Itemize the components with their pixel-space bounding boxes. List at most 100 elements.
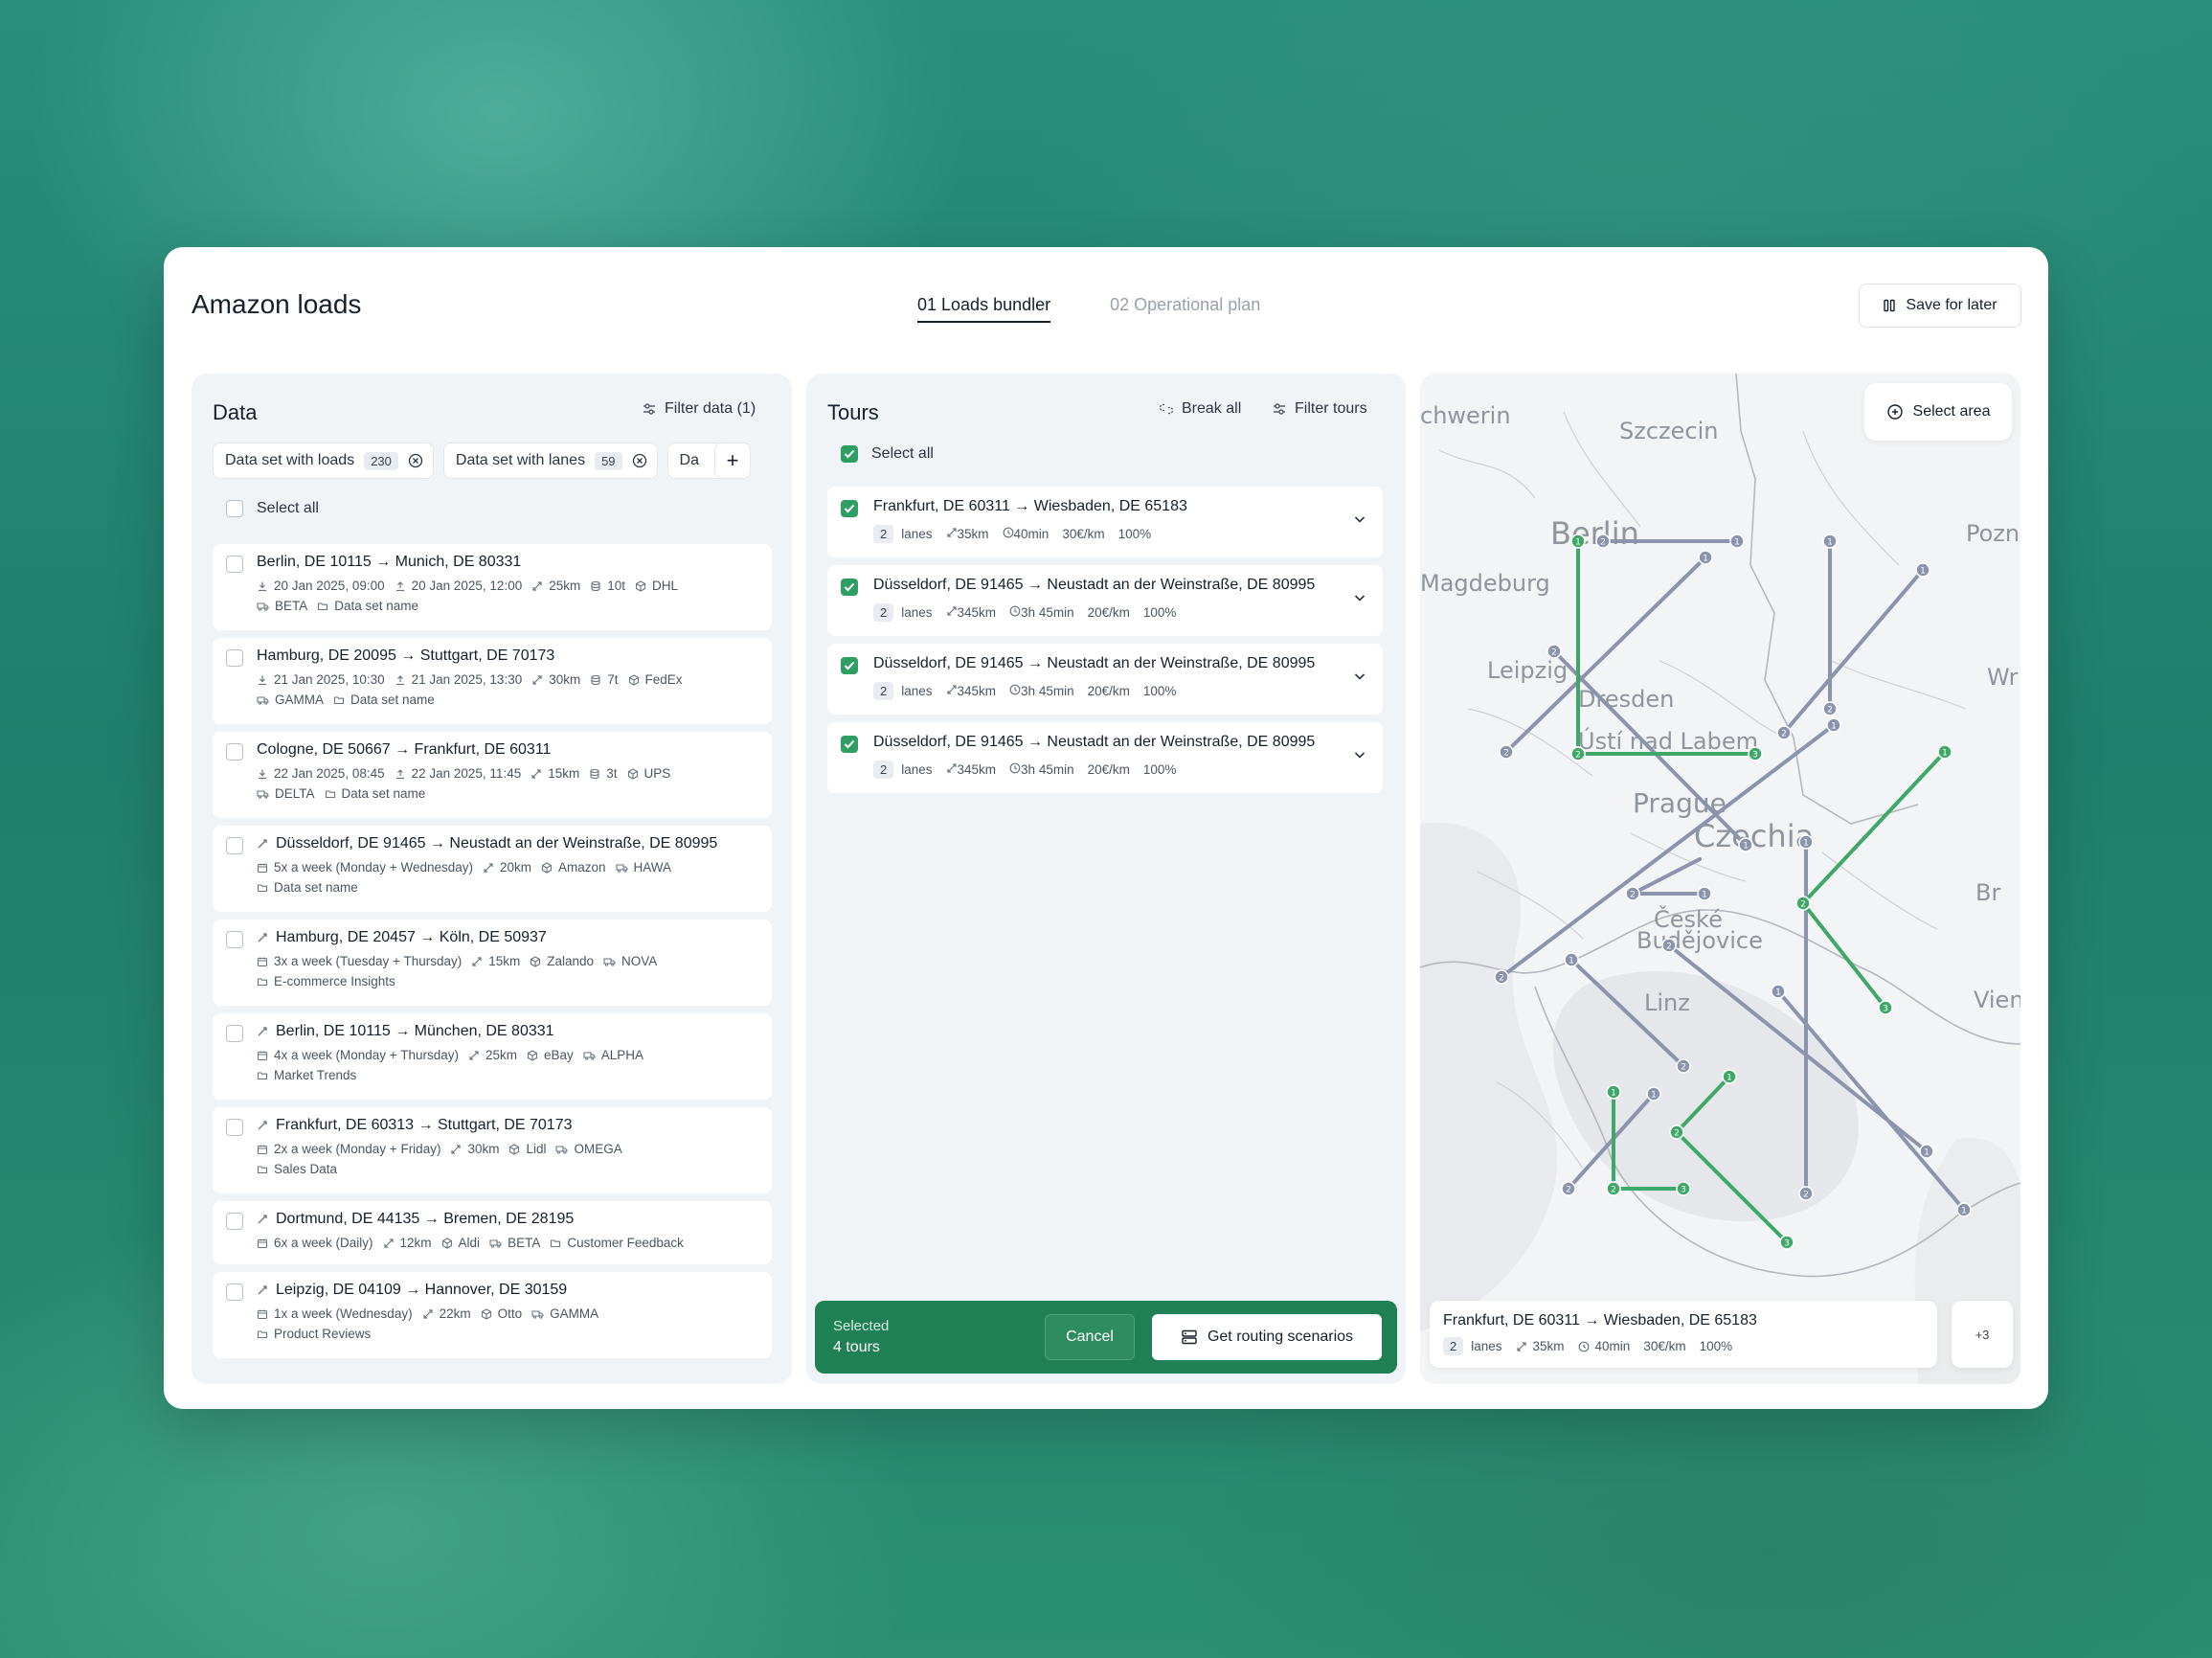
cancel-button[interactable]: Cancel [1045,1314,1135,1360]
chevron-down-icon[interactable] [1352,669,1367,684]
route-node[interactable]: 1 [1564,952,1579,967]
route-node[interactable]: 2 [1561,1181,1576,1196]
tour-route-line[interactable] [1801,901,1887,1010]
route-node[interactable]: 2 [1625,886,1640,901]
lane-item[interactable]: Hamburg, DE 20457 → Köln, DE 50937 3x a … [213,920,772,1006]
route-node[interactable]: 2 [1661,938,1677,953]
load-item[interactable]: Cologne, DE 50667 → Frankfurt, DE 60311 … [213,732,772,818]
dataset-chip[interactable]: Data set with lanes 59 [442,443,658,479]
tour-item[interactable]: Frankfurt, DE 60311 → Wiesbaden, DE 6518… [827,487,1383,557]
route-node[interactable]: 2 [1669,1124,1684,1140]
route-node[interactable]: 1 [1698,550,1713,565]
load-item[interactable]: Hamburg, DE 20095 → Stuttgart, DE 70173 … [213,638,772,724]
route-node[interactable]: 1 [1937,744,1952,760]
lane-item[interactable]: Dortmund, DE 44135 → Bremen, DE 28195 6x… [213,1201,772,1264]
route-node[interactable]: 1 [1956,1202,1972,1217]
route-node[interactable]: 2 [1822,701,1838,716]
route-node[interactable]: 2 [1798,1186,1814,1201]
route-node[interactable]: 1 [1606,1084,1621,1100]
lane-checkbox[interactable] [226,837,243,854]
select-all-checkbox[interactable] [226,500,243,517]
map-tour-card[interactable]: Frankfurt, DE 60311 → Wiesbaden, DE 6518… [1430,1301,1937,1368]
route-node[interactable]: 1 [1738,837,1753,852]
route-node[interactable]: 2 [1795,896,1811,911]
tag-value: GAMMA [275,693,325,707]
tour-checkbox[interactable] [841,579,858,596]
route-node[interactable]: 3 [1748,746,1763,761]
route-node[interactable]: 1 [1771,984,1786,999]
close-circle-icon[interactable] [408,453,423,468]
route-node[interactable]: 1 [1570,534,1586,549]
chevron-down-icon[interactable] [1352,511,1367,527]
route-map[interactable]: chwerin Szczecin Berlin Pozn Magdeburg Leipzi… [1420,374,2020,1384]
filter-tours-button[interactable]: Filter tours [1272,400,1367,418]
tour-item[interactable]: Düsseldorf, DE 91465 → Neustadt an der W… [827,644,1383,715]
truck-icon [583,1050,596,1061]
load-checkbox[interactable] [226,649,243,667]
load-checkbox[interactable] [226,556,243,573]
tour-checkbox[interactable] [841,736,858,753]
route-node[interactable]: 1 [1722,1069,1737,1084]
select-all-checkbox[interactable] [841,445,858,463]
tour-item[interactable]: Düsseldorf, DE 91465 → Neustadt an der W… [827,565,1383,636]
route-node[interactable]: 1 [1826,717,1841,733]
map-panel[interactable]: chwerin Szczecin Berlin Pozn Magdeburg Leipzi… [1420,374,2020,1384]
route-node[interactable]: 2 [1776,725,1792,740]
route-node[interactable]: 2 [1595,534,1611,549]
chevron-down-icon[interactable] [1352,590,1367,605]
lane-checkbox[interactable] [226,1213,243,1230]
save-for-later-button[interactable]: Save for later [1859,284,2021,328]
load-checkbox[interactable] [226,743,243,761]
close-circle-icon[interactable] [632,453,647,468]
tour-route-line[interactable] [1801,750,1947,905]
route-node[interactable]: 2 [1494,969,1509,985]
route-node[interactable]: 1 [1798,834,1814,850]
select-area-button[interactable]: Select area [1864,383,2012,441]
route-node[interactable]: 2 [1570,746,1586,761]
filter-data-button[interactable]: Filter data (1) [642,400,756,418]
step-loads-bundler[interactable]: 01 Loads bundler [917,295,1051,323]
lane-item[interactable]: Berlin, DE 10115 → München, DE 80331 4x … [213,1013,772,1100]
route-node[interactable]: 2 [1499,744,1514,760]
lane-item[interactable]: Leipzig, DE 04109 → Hannover, DE 30159 1… [213,1272,772,1358]
route-node[interactable]: 1 [1915,562,1930,578]
lane-checkbox[interactable] [226,931,243,948]
route-node[interactable]: 1 [1822,534,1838,549]
lane-item[interactable]: Düsseldorf, DE 91465 → Neustadt an der W… [213,826,772,912]
route-node[interactable]: 3 [1878,1000,1893,1015]
tour-meta: 2 lanes 345km 3h 45min 20€/km 100% [873,682,1335,700]
tour-checkbox[interactable] [841,657,858,674]
route-node[interactable]: 3 [1676,1181,1691,1196]
lane-checkbox[interactable] [226,1025,243,1042]
route-node[interactable]: 1 [1646,1086,1661,1102]
get-routing-scenarios-button[interactable]: Get routing scenarios [1152,1314,1382,1360]
lane-route-line[interactable] [1782,568,1925,735]
load-item[interactable]: Berlin, DE 10115 → Munich, DE 80331 20 J… [213,544,772,630]
tour-item[interactable]: Düsseldorf, DE 91465 → Neustadt an der W… [827,722,1383,793]
route-node[interactable]: 1 [1697,886,1712,901]
delivery-time: 21 Jan 2025, 13:30 [395,672,522,687]
route-node[interactable]: 1 [1729,534,1745,549]
route-node[interactable]: 1 [1919,1144,1934,1159]
lane-checkbox[interactable] [226,1119,243,1136]
lane-item[interactable]: Frankfurt, DE 60313 → Stuttgart, DE 7017… [213,1107,772,1193]
tours-select-all[interactable]: Select all [841,445,934,463]
tour-checkbox[interactable] [841,500,858,517]
route-node[interactable]: 2 [1676,1058,1691,1074]
svg-text:2: 2 [1566,1186,1571,1195]
step-operational-plan[interactable]: 02 Operational plan [1110,295,1260,323]
route-node[interactable]: 2 [1606,1181,1621,1196]
route-node[interactable]: 2 [1546,644,1562,659]
add-dataset-button[interactable]: + [714,443,751,479]
rate-value: 30€/km [1643,1339,1686,1353]
data-select-all[interactable]: Select all [226,500,319,517]
more-tours-button[interactable]: +3 [1952,1301,2013,1368]
lane-checkbox[interactable] [226,1283,243,1301]
chevron-down-icon[interactable] [1352,747,1367,762]
route-node[interactable]: 3 [1779,1235,1794,1250]
rate-value: 20€/km [1087,762,1130,777]
break-all-button[interactable]: Break all [1159,400,1241,418]
columns-icon [1883,299,1896,312]
lane-route-line[interactable] [1631,857,1702,896]
dataset-chip[interactable]: Data set with loads 230 [213,443,434,479]
